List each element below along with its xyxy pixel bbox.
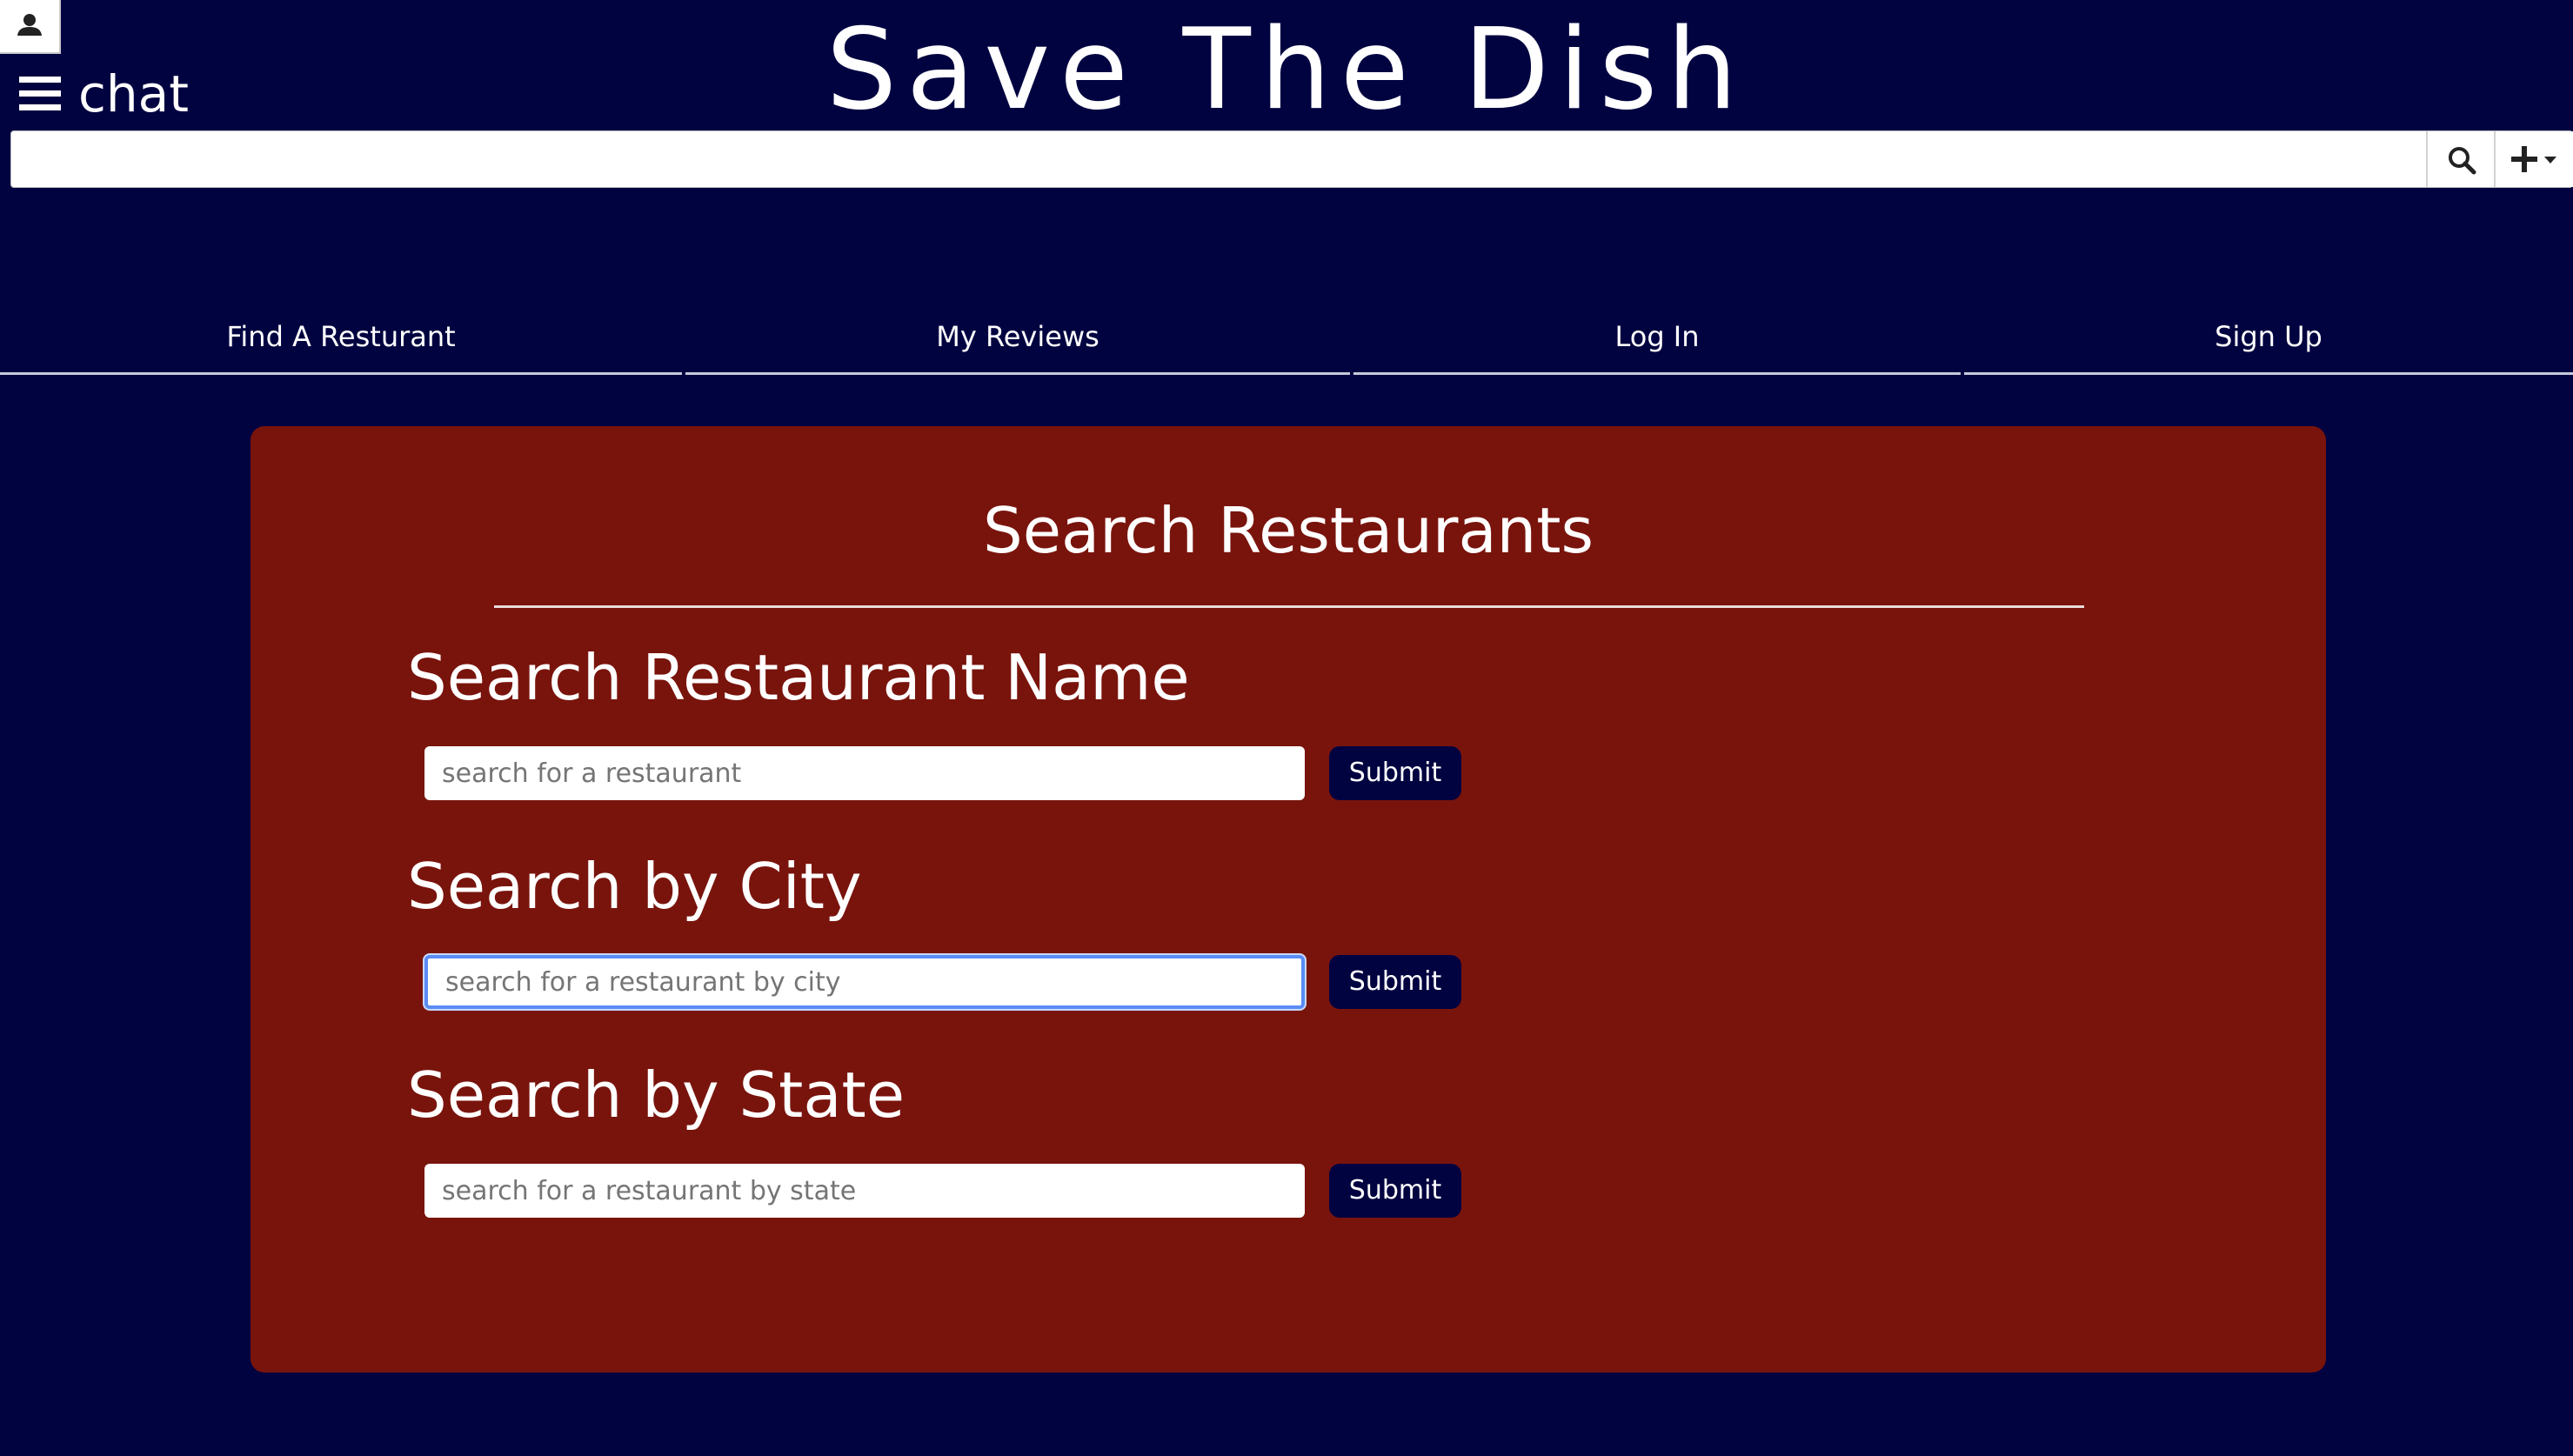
restaurant-name-input[interactable] <box>424 746 1305 800</box>
submit-state-button[interactable]: Submit <box>1329 1164 1461 1218</box>
state-input[interactable] <box>424 1164 1305 1218</box>
add-dropdown-button[interactable] <box>2494 131 2573 187</box>
site-title: Save The Dish <box>825 5 1748 135</box>
city-input[interactable] <box>424 955 1305 1009</box>
panel-title: Search Restaurants <box>983 494 1594 567</box>
panel-divider <box>494 605 2084 608</box>
nav-sign-up[interactable]: Sign Up <box>1964 296 2573 375</box>
top-search-button[interactable] <box>2426 131 2494 187</box>
search-state-heading: Search by State <box>407 1059 906 1132</box>
search-name-heading: Search Restaurant Name <box>407 641 1190 714</box>
search-city-heading: Search by City <box>407 850 862 923</box>
main-nav: Find A Resturant My Reviews Log In Sign … <box>0 296 2573 376</box>
submit-city-button[interactable]: Submit <box>1329 955 1461 1009</box>
top-search-bar <box>10 130 2573 188</box>
nav-my-reviews[interactable]: My Reviews <box>685 296 1350 375</box>
search-icon <box>2449 147 2476 175</box>
top-search-input[interactable] <box>11 131 2426 187</box>
plus-dropdown-icon <box>2511 146 2556 172</box>
search-restaurants-panel: Search Restaurants Search Restaurant Nam… <box>251 426 2326 1373</box>
nav-log-in[interactable]: Log In <box>1353 296 1961 375</box>
submit-name-button[interactable]: Submit <box>1329 746 1461 800</box>
nav-find-a-resturant[interactable]: Find A Resturant <box>0 296 682 375</box>
